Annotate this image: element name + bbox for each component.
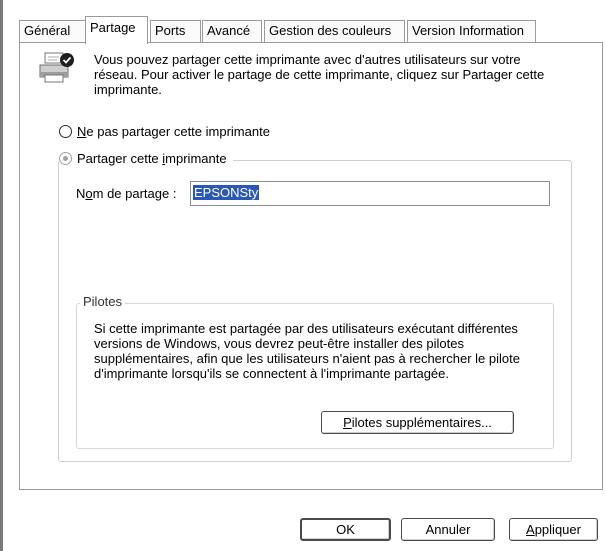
tab-version-information[interactable]: Version Information (407, 20, 536, 43)
additional-drivers-button[interactable]: Pilotes supplémentaires... (321, 411, 514, 434)
share-radio-row[interactable]: Partager cette imprimante (59, 151, 233, 166)
tab-general[interactable]: Général (19, 20, 86, 43)
tab-ports[interactable]: Ports (150, 20, 201, 43)
apply-button[interactable]: Appliquer (509, 518, 598, 541)
printer-properties-dialog: Général Partage Ports Avancé Gestion des… (3, 0, 606, 551)
sharing-tab-panel: Vous pouvez partager cette imprimante av… (19, 42, 603, 490)
share-label: Partager cette imprimante (77, 151, 227, 166)
tab-avance[interactable]: Avancé (202, 20, 262, 43)
share-name-input[interactable]: EPSONSty (190, 181, 550, 206)
ok-button[interactable]: OK (300, 518, 391, 541)
tab-partage[interactable]: Partage (85, 16, 148, 44)
no-share-label: Ne pas partager cette imprimante (77, 124, 270, 139)
share-name-value: EPSONSty (193, 185, 260, 200)
drivers-description: Si cette imprimante est partagée par des… (94, 321, 520, 381)
cancel-button[interactable]: Annuler (401, 518, 495, 541)
sharing-intro-text: Vous pouvez partager cette imprimante av… (94, 52, 545, 97)
no-share-radio-row[interactable]: Ne pas partager cette imprimante (59, 124, 270, 139)
no-share-radio[interactable] (59, 125, 72, 138)
tab-gestion-couleurs[interactable]: Gestion des couleurs (264, 20, 405, 43)
printer-share-icon (39, 52, 74, 83)
drivers-legend: Pilotes (80, 294, 126, 309)
share-name-label: Nom de partage : (76, 186, 177, 201)
share-radio[interactable] (59, 152, 72, 165)
